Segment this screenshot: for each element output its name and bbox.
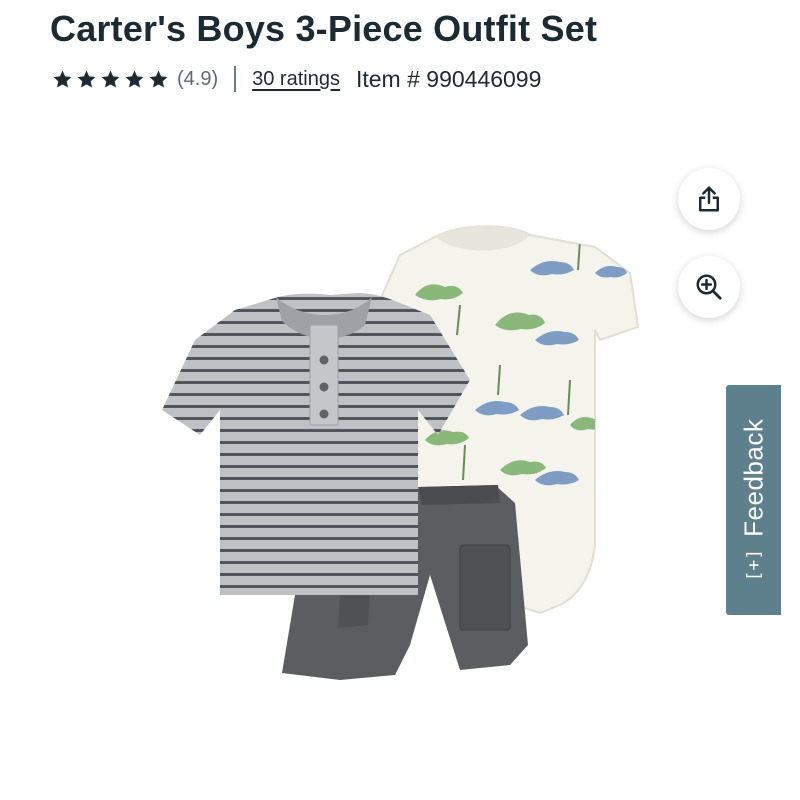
star-icon — [125, 70, 144, 88]
star-icon — [53, 70, 72, 88]
product-title: Carter's Boys 3-Piece Outfit Set — [50, 8, 598, 49]
product-meta-row: (4.9) 30 ratings Item # 990446099 — [52, 62, 541, 96]
feedback-tab[interactable]: [+] Feedback — [726, 385, 781, 615]
divider — [234, 66, 237, 92]
item-number: Item # 990446099 — [355, 65, 542, 92]
star-rating[interactable] — [52, 69, 169, 90]
star-icon — [101, 70, 120, 88]
zoom-button[interactable] — [678, 256, 740, 318]
feedback-plus-icon: [+] — [743, 548, 764, 582]
feedback-label: Feedback — [738, 418, 768, 537]
star-icon — [149, 70, 168, 88]
rating-value: (4.9) — [177, 67, 219, 90]
share-button[interactable] — [678, 168, 740, 230]
star-icon — [77, 70, 96, 88]
product-image[interactable] — [40, 125, 740, 785]
share-icon — [699, 186, 719, 212]
zoom-in-icon — [696, 274, 722, 300]
ratings-link[interactable]: 30 ratings — [252, 68, 340, 91]
